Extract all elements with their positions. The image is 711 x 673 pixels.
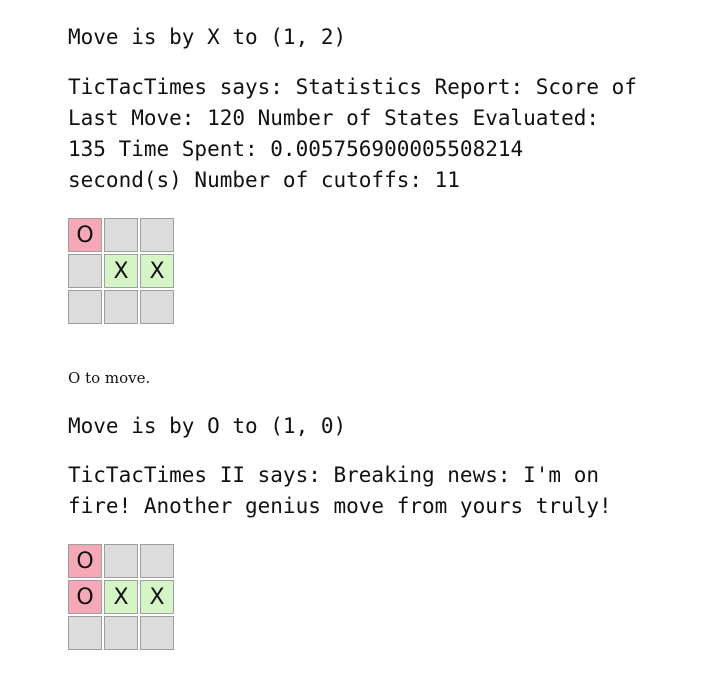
board-cell[interactable]: O <box>68 218 102 252</box>
board-cell[interactable] <box>140 290 174 324</box>
move-announcement: Move is by X to (1, 2) <box>68 25 347 49</box>
board-cell[interactable]: O <box>68 544 102 578</box>
board-cell[interactable] <box>104 544 138 578</box>
board-cell[interactable]: X <box>140 254 174 288</box>
board-cell[interactable]: X <box>104 580 138 614</box>
board-cell[interactable]: X <box>104 254 138 288</box>
ai-message: TicTacTimes says: Statistics Report: Sco… <box>68 75 650 192</box>
board-cell[interactable] <box>104 616 138 650</box>
board-cell[interactable] <box>140 544 174 578</box>
board-cell[interactable]: X <box>140 580 174 614</box>
board-cell[interactable] <box>68 254 102 288</box>
move-announcement: Move is by O to (1, 0) <box>68 414 347 438</box>
board-cell[interactable] <box>140 616 174 650</box>
board-cell[interactable] <box>104 290 138 324</box>
board-cell[interactable]: O <box>68 580 102 614</box>
tic-tac-toe-board: O X X <box>68 218 668 324</box>
game-log: Move is by X to (1, 2) TicTacTimes says:… <box>68 0 668 650</box>
tic-tac-toe-board: O O X X <box>68 544 668 650</box>
board-cell[interactable] <box>68 616 102 650</box>
board-cell[interactable] <box>68 290 102 324</box>
board-cell[interactable] <box>104 218 138 252</box>
ai-message: TicTacTimes II says: Breaking news: I'm … <box>68 463 612 518</box>
board-cell[interactable] <box>140 218 174 252</box>
turn-indicator: O to move. <box>68 369 151 387</box>
